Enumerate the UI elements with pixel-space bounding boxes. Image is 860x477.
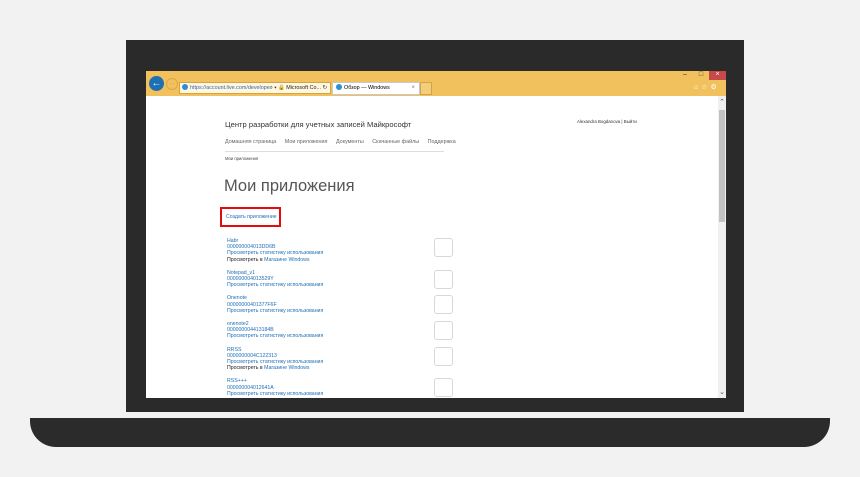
ie-icon <box>182 84 188 90</box>
user-links[interactable]: Alexandra Bogdanova | Выйти <box>577 119 637 124</box>
app-tile[interactable] <box>434 269 453 289</box>
browser-toolbar: ← → https://account.live.com/develope⌕ ▾… <box>146 71 726 96</box>
page-content: Alexandra Bogdanova | Выйти Центр разраб… <box>146 96 718 398</box>
site-title: Центр разработки для учетных записей Май… <box>225 120 412 129</box>
app-list: Habr 000000004013DD6B Просмотреть статисти… <box>227 238 453 398</box>
address-bar[interactable]: https://account.live.com/develope⌕ ▾ 🔒 M… <box>179 82 331 94</box>
app-stats-link[interactable]: Просмотреть статистику использования <box>227 308 323 314</box>
back-arrow-icon[interactable]: ← <box>149 76 164 91</box>
app-stats-link[interactable]: Просмотреть статистику использования <box>227 391 323 397</box>
nav-item-support[interactable]: Поддержка <box>428 139 456 145</box>
app-tile[interactable] <box>434 378 453 398</box>
app-list-item: onenote2 000000004413184B Просмотреть стат… <box>227 321 453 341</box>
browser-window: ← → https://account.live.com/develope⌕ ▾… <box>146 71 726 398</box>
chevron-up-icon[interactable]: ⌃ <box>718 98 726 106</box>
close-icon[interactable]: × <box>411 83 415 94</box>
app-tile[interactable] <box>434 346 453 366</box>
app-stats-link[interactable]: Просмотреть статистику использования <box>227 282 323 288</box>
view-in-label: Просмотреть в <box>227 256 263 263</box>
minimize-button[interactable]: – <box>678 71 692 80</box>
breadcrumb: Мои приложения <box>225 156 259 161</box>
app-list-item: Onenote 00000000401377F6F Просмотреть стат… <box>227 295 453 315</box>
app-stats-link[interactable]: Просмотреть статистику использования <box>227 333 323 339</box>
app-store-line: Просмотреть в Магазине Windows <box>227 365 323 371</box>
app-tile[interactable] <box>434 238 453 257</box>
ie-icon <box>336 84 342 90</box>
main-nav: Домашняя страница Мои приложения Докумен… <box>225 139 456 152</box>
app-list-item: Notepad_v1 000000004013529Y Просмотреть ст… <box>227 269 453 289</box>
app-store-line: Просмотреть в Магазине Windows <box>227 257 323 263</box>
page-title: Мои приложения <box>224 177 355 195</box>
create-app-link[interactable]: Создать приложение <box>226 214 277 220</box>
close-window-button[interactable]: × <box>709 71 726 80</box>
store-link[interactable]: Магазине Windows <box>264 365 309 371</box>
nav-item-home[interactable]: Домашняя страница <box>225 139 276 145</box>
app-list-item: Habr 000000004013DD6B Просмотреть статисти… <box>227 238 453 263</box>
chevron-down-icon[interactable]: ⌄ <box>718 388 726 396</box>
browser-tab[interactable]: Обзор — Windows × <box>332 82 420 95</box>
laptop-base <box>30 418 830 447</box>
store-link[interactable]: Магазине Windows <box>264 257 309 263</box>
nav-item-downloads[interactable]: Скачанные файлы <box>372 139 419 145</box>
scroll-thumb[interactable] <box>719 110 725 222</box>
forward-arrow-icon[interactable]: → <box>166 78 178 90</box>
nav-item-docs[interactable]: Документы <box>336 139 364 145</box>
address-tools[interactable]: ⌕ ▾ 🔒 Microsoft Co... ↻ <box>270 85 327 91</box>
app-list-item: RRSS 0000000004C122313 Просмотреть статист… <box>227 346 453 372</box>
view-in-label: Просмотреть в <box>227 365 263 372</box>
app-tile[interactable] <box>434 295 453 315</box>
nav-item-my-apps[interactable]: Мои приложения <box>285 139 328 145</box>
address-url: https://account.live.com/develope <box>190 85 270 91</box>
app-list-item: RSS+++ 000000004012641A Просмотреть статис… <box>227 378 453 398</box>
home-favorites-settings-icons[interactable]: ⌂☆⚙ <box>694 83 720 91</box>
new-tab-button[interactable] <box>420 82 432 95</box>
vertical-scrollbar[interactable]: ⌃ ⌄ <box>718 96 726 398</box>
tab-title: Обзор — Windows <box>344 85 390 91</box>
app-tile[interactable] <box>434 321 453 341</box>
maximize-button[interactable]: □ <box>694 71 708 80</box>
